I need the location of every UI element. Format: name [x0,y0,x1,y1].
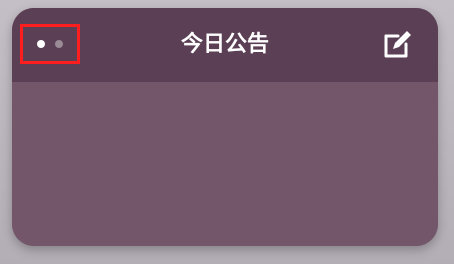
page-dot-active[interactable] [37,40,45,48]
edit-button[interactable] [378,26,416,64]
page-dot-inactive[interactable] [55,40,63,48]
edit-icon [384,31,411,58]
page-indicator[interactable] [20,24,80,64]
card-body [12,82,438,246]
announcement-card: 今日公告 [12,8,438,246]
